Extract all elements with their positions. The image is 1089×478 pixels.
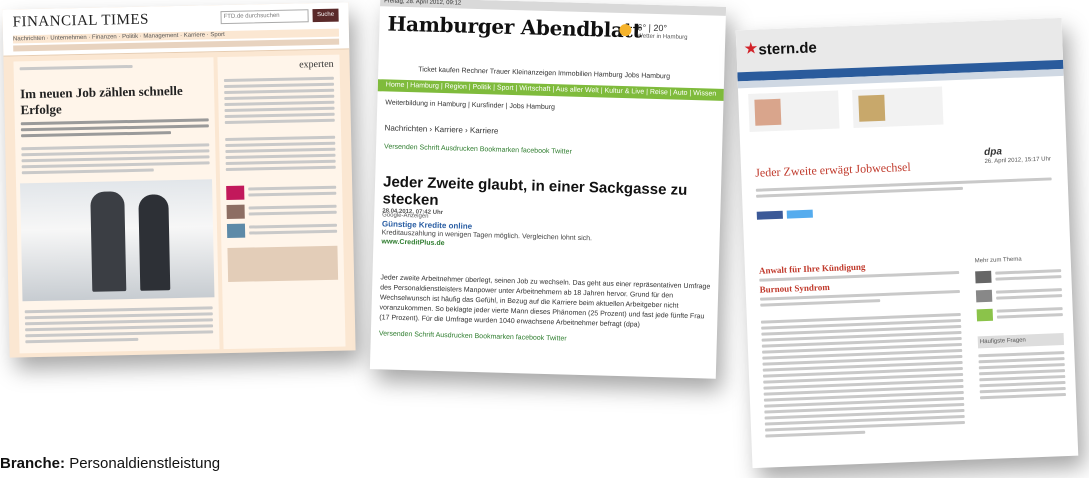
st-related-title: Häufigste Fragen bbox=[977, 333, 1065, 349]
photo-person-2 bbox=[138, 194, 171, 291]
st-related-list[interactable] bbox=[978, 351, 1066, 400]
st-sidebar-item-1[interactable] bbox=[975, 266, 1062, 284]
ft-headline: Im neuen Job zählen schnelle Erfolge bbox=[20, 82, 183, 118]
ab-weather: 6° | 20° Wetter in Hamburg bbox=[637, 22, 688, 41]
ft-sidebar-links[interactable] bbox=[223, 76, 335, 125]
ab-section-path[interactable]: Nachrichten › Karriere › Karriere bbox=[384, 123, 498, 135]
abendblatt-screenshot: Freitag, 28. April 2012, 09:12 Hamburger… bbox=[369, 0, 727, 379]
ft-teaser bbox=[20, 118, 209, 138]
st-sidebar-title: Mehr zum Thema bbox=[974, 256, 1022, 265]
ft-search-input[interactable]: FTD.de durchsuchen bbox=[220, 9, 309, 25]
st-sidebar: Mehr zum Thema Häufigste Fragen bbox=[975, 254, 1067, 402]
st-date: 26. April 2012, 15:17 Uhr bbox=[984, 156, 1052, 165]
ab-article-tools-bottom[interactable]: Versenden Schrift Ausdrucken Bookmarken … bbox=[379, 329, 709, 348]
st-headline: Jeder Zweite erwägt Jobwechsel bbox=[754, 159, 911, 180]
st-logo: stern.de bbox=[758, 39, 818, 59]
st-social-buttons[interactable] bbox=[756, 209, 813, 220]
st-article-body bbox=[760, 312, 965, 438]
caption: Branche: Personaldienstleistung bbox=[0, 455, 220, 472]
st-article-column: Anwalt für Ihre Kündigung Burnout Syndro… bbox=[759, 258, 966, 441]
ft-sidebar: experten bbox=[217, 54, 346, 350]
ab-breadcrumb[interactable]: Weiterbildung in Hamburg | Kursfinder | … bbox=[385, 99, 555, 111]
ft-sidebar-box bbox=[227, 245, 339, 282]
ab-google-ad: Google-Anzeigen Günstige Kredite online … bbox=[381, 211, 682, 254]
stern-screenshot: stern.de dpa 26. April 2012, 15:17 Uhr J… bbox=[735, 17, 1079, 469]
st-teasers bbox=[748, 82, 1055, 136]
st-teaser-1[interactable] bbox=[748, 90, 840, 132]
st-teaser-2[interactable] bbox=[852, 86, 944, 128]
st-sidebar-item-2[interactable] bbox=[975, 285, 1063, 303]
ft-sidebar-teaser-1[interactable] bbox=[226, 183, 337, 200]
ft-header: FINANCIAL TIMES FTD.de durchsuchen Suche… bbox=[2, 2, 350, 57]
ft-article-meta bbox=[19, 63, 208, 71]
ab-logo: Hamburger Abendblatt bbox=[387, 11, 642, 43]
ab-article-tools[interactable]: Versenden Schrift Ausdrucken Bookmarken … bbox=[384, 143, 714, 159]
caption-value: Personaldienstleistung bbox=[69, 455, 221, 472]
ab-article-body: Jeder zweite Arbeitnehmer überlegt, sein… bbox=[379, 273, 711, 348]
st-source: dpa 26. April 2012, 15:17 Uhr bbox=[984, 144, 1051, 166]
caption-label: Branche: bbox=[0, 455, 66, 472]
ft-body-top bbox=[21, 143, 210, 175]
ft-experten-label: experten bbox=[299, 58, 334, 71]
ft-sidebar-list[interactable] bbox=[225, 135, 336, 172]
st-sidebar-item-3[interactable] bbox=[976, 304, 1064, 322]
ft-sidebar-teaser-2[interactable] bbox=[226, 202, 337, 219]
ab-weather-label[interactable]: Wetter in Hamburg bbox=[637, 32, 687, 41]
ft-screenshot: FINANCIAL TIMES FTD.de durchsuchen Suche… bbox=[2, 2, 356, 358]
photo-person-1 bbox=[90, 191, 127, 292]
ft-logo: FINANCIAL TIMES bbox=[12, 11, 150, 31]
ab-article-text: Jeder zweite Arbeitnehmer überlegt, sein… bbox=[379, 274, 711, 329]
ft-sidebar-teaser-3[interactable] bbox=[226, 221, 338, 238]
ft-article-photo bbox=[20, 179, 215, 302]
stern-star-icon bbox=[744, 42, 757, 55]
ft-body-bottom bbox=[24, 303, 214, 346]
ft-search-button[interactable]: Suche bbox=[312, 8, 339, 23]
ft-article: Im neuen Job zählen schnelle Erfolge bbox=[13, 57, 220, 354]
